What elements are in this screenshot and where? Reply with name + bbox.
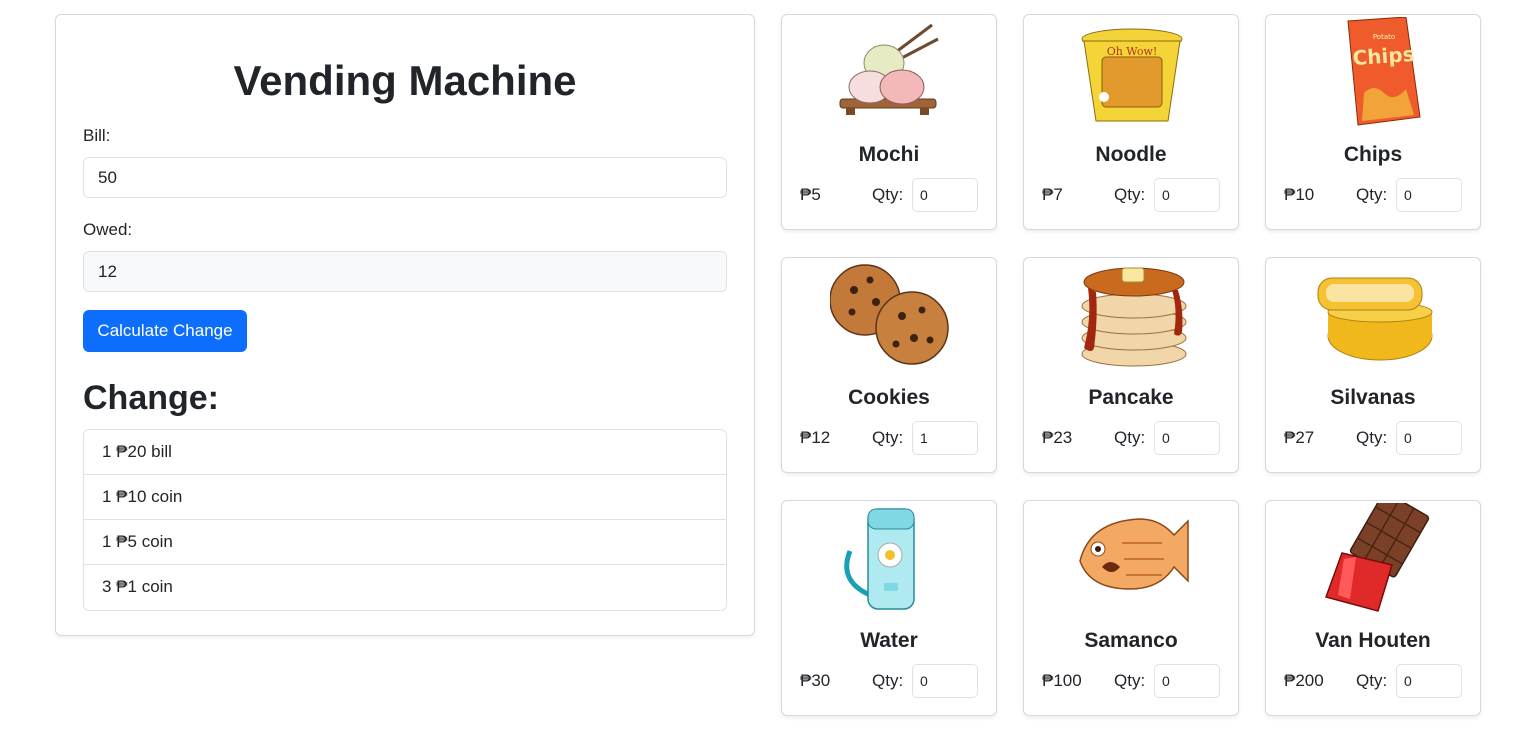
svg-text:Oh Wow!: Oh Wow! <box>1107 45 1158 58</box>
product-price: ₱12 <box>800 428 831 447</box>
vending-machine-panel: Vending Machine Bill: 50 Owed: 12 Calcul… <box>55 14 755 636</box>
qty-label: Qty: <box>1356 185 1388 204</box>
product-card-silvanas: Silvanas ₱27 Qty: 0 <box>1265 257 1481 473</box>
bill-input[interactable]: 50 <box>83 157 727 198</box>
product-price: ₱27 <box>1284 428 1315 447</box>
product-card-pancake: Pancake ₱23 Qty: 0 <box>1023 257 1239 473</box>
noodle-cup-icon: Oh Wow! <box>1081 28 1183 122</box>
qty-label: Qty: <box>1114 428 1146 447</box>
product-name: Water <box>860 629 918 652</box>
qty-label: Qty: <box>872 185 904 204</box>
taiyaki-fish-icon <box>1079 518 1189 590</box>
change-list: 1 ₱20 bill 1 ₱10 coin 1 ₱5 coin 3 ₱1 coi… <box>83 429 727 611</box>
owed-input[interactable]: 12 <box>83 251 727 292</box>
qty-label: Qty: <box>872 428 904 447</box>
product-name: Pancake <box>1088 386 1174 409</box>
qty-input-chips[interactable]: 0 <box>1396 178 1462 212</box>
product-card-water: Water ₱30 Qty: 0 <box>781 500 997 716</box>
svg-text:Potato: Potato <box>1373 33 1395 41</box>
product-card-samanco: Samanco ₱100 Qty: 0 <box>1023 500 1239 716</box>
product-name: Noodle <box>1095 143 1167 166</box>
chips-bag-icon: Potato Chips <box>1347 17 1421 126</box>
qty-input-silvanas[interactable]: 0 <box>1396 421 1462 455</box>
svg-text:Chips: Chips <box>1352 42 1416 70</box>
product-card-cookies: Cookies ₱12 Qty: 1 <box>781 257 997 473</box>
water-bottle-icon <box>844 508 915 610</box>
qty-input-samanco[interactable]: 0 <box>1154 664 1220 698</box>
product-price: ₱5 <box>800 185 821 204</box>
product-price: ₱10 <box>1284 185 1315 204</box>
qty-label: Qty: <box>1114 671 1146 690</box>
product-name: Van Houten <box>1315 629 1431 652</box>
qty-label: Qty: <box>1356 671 1388 690</box>
product-price: ₱200 <box>1284 671 1324 690</box>
change-item: 1 ₱10 coin <box>84 475 726 520</box>
bill-label: Bill: <box>83 126 111 145</box>
qty-input-cookies[interactable]: 1 <box>912 421 978 455</box>
product-name: Cookies <box>848 386 930 409</box>
change-heading: Change: <box>83 379 219 417</box>
qty-label: Qty: <box>872 671 904 690</box>
product-card-van-houten: Van Houten ₱200 Qty: 0 <box>1265 500 1481 716</box>
product-name: Chips <box>1343 143 1403 166</box>
chocolate-bar-icon <box>1325 503 1430 612</box>
product-price: ₱100 <box>1042 671 1082 690</box>
product-card-chips: Potato Chips Chips ₱10 Qty: 0 <box>1265 14 1481 230</box>
product-name: Samanco <box>1084 629 1178 652</box>
product-name: Silvanas <box>1330 386 1416 409</box>
qty-input-mochi[interactable]: 0 <box>912 178 978 212</box>
qty-input-water[interactable]: 0 <box>912 664 978 698</box>
product-card-noodle: Oh Wow! Noodle ₱7 Qty: 0 <box>1023 14 1239 230</box>
pancake-icon <box>1081 267 1187 367</box>
qty-input-van-houten[interactable]: 0 <box>1396 664 1462 698</box>
mochi-icon <box>839 23 939 115</box>
calculate-change-button[interactable]: Calculate Change <box>83 310 247 352</box>
owed-label: Owed: <box>83 220 133 239</box>
product-price: ₱30 <box>800 671 831 690</box>
qty-label: Qty: <box>1114 185 1146 204</box>
change-item: 1 ₱20 bill <box>84 430 726 475</box>
product-name: Mochi <box>858 143 920 166</box>
qty-input-noodle[interactable]: 0 <box>1154 178 1220 212</box>
silvanas-icon <box>1317 277 1433 361</box>
qty-input-pancake[interactable]: 0 <box>1154 421 1220 455</box>
qty-label: Qty: <box>1356 428 1388 447</box>
product-price: ₱7 <box>1042 185 1063 204</box>
page-title: Vending Machine <box>233 57 577 104</box>
product-price: ₱23 <box>1042 428 1073 447</box>
change-item: 1 ₱5 coin <box>84 520 726 565</box>
product-card-mochi: Mochi ₱5 Qty: 0 <box>781 14 997 230</box>
change-item: 3 ₱1 coin <box>102 577 173 596</box>
cookies-icon <box>830 264 949 365</box>
